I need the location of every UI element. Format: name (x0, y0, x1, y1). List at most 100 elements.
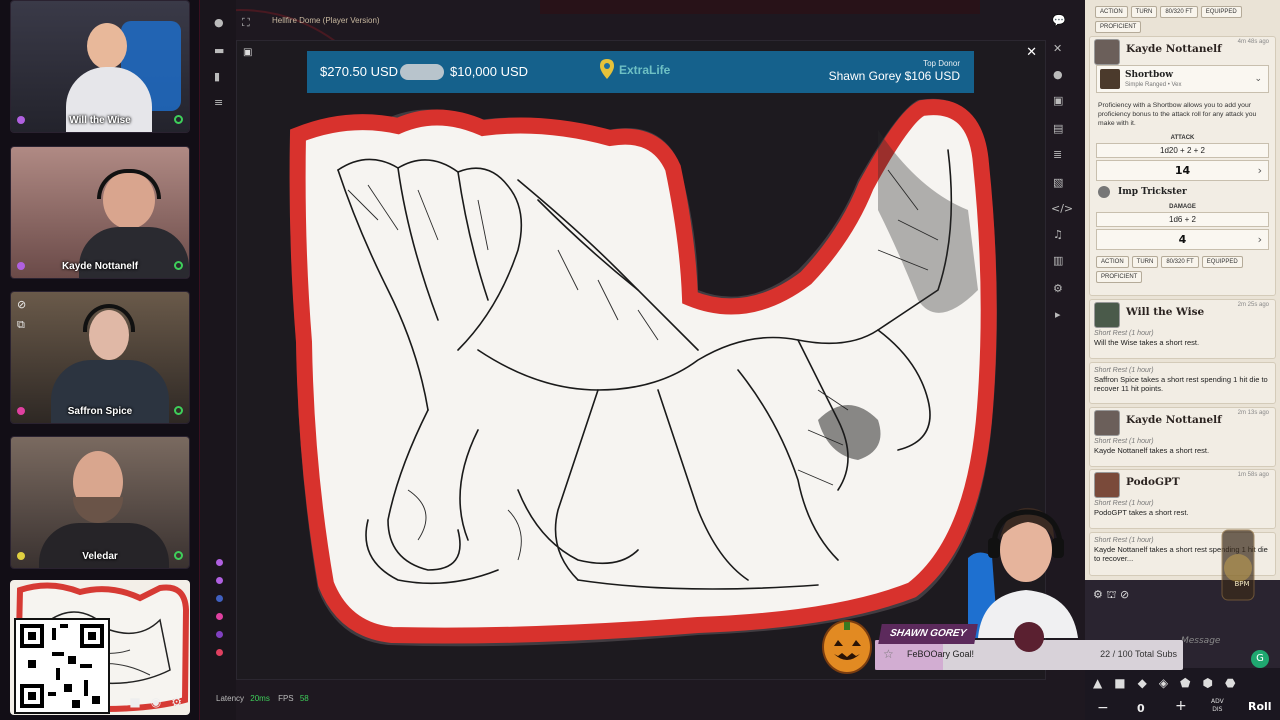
d100-icon[interactable]: ⬣ (1225, 676, 1235, 690)
minus-button[interactable]: − (1097, 700, 1109, 716)
speaker-name: Will the Wise (1126, 306, 1205, 318)
close-icon[interactable]: ✕ (1026, 45, 1037, 60)
weapon-card[interactable]: Shortbow Simple Ranged • Vex ⌄ (1096, 65, 1269, 93)
alert-name-badge: SHAWN GOREY (878, 624, 978, 644)
gear-icon[interactable]: ⚙ (1053, 282, 1063, 295)
rest-flavor: Short Rest (1 hour) (1094, 330, 1154, 337)
damage-label: DAMAGE (1169, 203, 1196, 210)
chevron-right-icon[interactable]: › (1258, 233, 1262, 246)
players-list (214, 555, 236, 665)
webcam-kayde: Kayde Nottanelf (10, 146, 190, 279)
d4-icon[interactable]: ▲ (1093, 676, 1102, 690)
layers-icon[interactable]: ▬ (214, 44, 224, 57)
user-icon[interactable]: ● (214, 16, 224, 29)
top-donor-label: Top Donor (923, 59, 960, 68)
chat-tags-top: ACTION TURN 80/320 FT EQUIPPED PROFICIEN… (1089, 2, 1276, 35)
chevron-down-icon[interactable]: ⌄ (1254, 74, 1262, 84)
speaker-name: Kayde Nottanelf (1126, 414, 1222, 426)
tag: ACTION (1095, 6, 1128, 18)
pumpkin-icon (822, 620, 872, 674)
table-icon[interactable]: ≣ (1053, 148, 1062, 161)
macro-icon[interactable]: </> (1051, 202, 1073, 215)
webcam-name: Saffron Spice (67, 406, 133, 417)
tag: 80/320 FT (1160, 6, 1198, 18)
avatar (1094, 410, 1120, 436)
tag: ACTION (1096, 255, 1129, 268)
expand-icon[interactable]: ▸ (1055, 308, 1061, 321)
message-input[interactable]: Message (1181, 636, 1220, 646)
shared-image-thumbnail[interactable]: ■ ◉ ⚙ (10, 580, 190, 715)
avatar (1094, 472, 1120, 498)
d20-icon[interactable]: ⬢ (1202, 676, 1212, 690)
adv-dis-toggle[interactable]: ADV DIS (1211, 698, 1224, 714)
avatar (1094, 302, 1120, 328)
cards-icon[interactable]: ▧ (1053, 176, 1063, 189)
d8-icon[interactable]: ◆ (1138, 676, 1147, 690)
dragon-emblem-icon (1014, 622, 1044, 652)
rest-text: Kayde Nottanelf takes a short rest. (1094, 446, 1210, 455)
dice-row: ▲ ■ ◆ ◈ ⬟ ⬢ ⬣ (1093, 676, 1235, 690)
message-time: 4m 48s ago (1237, 39, 1269, 45)
donation-tracker: $270.50 USD $10,000 USD ExtraLife Top Do… (307, 51, 974, 93)
settings-icon[interactable]: ⚙ (171, 695, 182, 709)
marker-icon[interactable]: ▮ (214, 70, 220, 83)
damage-result[interactable]: 4 › (1096, 228, 1269, 250)
top-donor: Shawn Gorey $106 USD (828, 69, 960, 83)
message-time: 2m 13s ago (1237, 410, 1269, 416)
shortbow-icon (1100, 69, 1120, 89)
screen: Will the Wise Kayde Nottanelf ⊘ ⧉ Saffro… (0, 0, 1280, 720)
damage-total: 4 (1178, 232, 1187, 246)
dice-toolbar: ▲ ■ ◆ ◈ ⬟ ⬢ ⬣ − 0 + ADV DIS Roll (1085, 668, 1280, 720)
tag: EQUIPPED (1201, 255, 1243, 268)
chat-message-attack: Kayde Nottanelf 4m 48s ago Shortbow Simp… (1089, 36, 1276, 296)
imp-icon (1098, 185, 1110, 198)
roll-button[interactable]: Roll (1248, 700, 1272, 713)
attack-total: 14 (1174, 163, 1191, 177)
star-icon: ☆ (883, 647, 894, 661)
webcam-name: Will the Wise (69, 115, 131, 126)
journal-icon[interactable]: ▤ (1053, 122, 1063, 135)
chat-log[interactable]: ACTION TURN 80/320 FT EQUIPPED PROFICIEN… (1085, 0, 1280, 720)
dice-count: 0 (1137, 702, 1145, 715)
rest-flavor: Short Rest (1 hour) (1094, 438, 1154, 445)
map-title: Hellfire Dome (Player Version) (272, 16, 380, 25)
toggle-icon[interactable]: ◉ (151, 695, 161, 709)
chat-message-rest: Will the Wise 2m 25s ago Short Rest (1 h… (1089, 299, 1276, 359)
camera-icon[interactable]: ■ (129, 695, 140, 709)
items-icon[interactable]: ▣ (1053, 94, 1063, 107)
rest-flavor: Short Rest (1 hour) (1094, 500, 1154, 507)
bpm-label: BPM (1234, 580, 1250, 588)
webcam-name: Kayde Nottanelf (61, 261, 139, 272)
d6-icon[interactable]: ■ (1114, 676, 1125, 690)
weapon-description: Proficiency with a Shortbow allows you t… (1098, 102, 1257, 128)
avatar (1094, 39, 1120, 65)
actor-icon[interactable]: ● (1053, 68, 1063, 81)
music-icon[interactable]: ♫ (1053, 228, 1063, 241)
sub-goal-title: FeBOOary Goal! (907, 649, 975, 659)
fullscreen-icon[interactable]: ⛶ (242, 16, 250, 30)
tag: EQUIPPED (1200, 6, 1242, 18)
dice-tray-icons[interactable]: ⚙ ⛫ ⊘ (1093, 588, 1129, 603)
webcam-saffron: ⊘ ⧉ Saffron Spice (10, 291, 190, 424)
fps-label: FPS (278, 694, 294, 703)
list-icon[interactable]: ≡ (214, 96, 223, 109)
webcam-will: Will the Wise (10, 0, 190, 133)
grammarly-icon[interactable]: G (1251, 650, 1269, 668)
feature-name: Imp Trickster (1118, 186, 1187, 197)
d10-icon[interactable]: ◈ (1159, 676, 1168, 690)
webcam-column: Will the Wise Kayde Nottanelf ⊘ ⧉ Saffro… (0, 0, 200, 720)
latency-value: 20ms (250, 694, 270, 703)
bpm-lantern (1208, 520, 1268, 610)
d12-icon[interactable]: ⬟ (1180, 676, 1190, 690)
plus-button[interactable]: + (1175, 698, 1187, 714)
chat-bubbles-icon[interactable]: 💬 (1052, 14, 1066, 27)
compendium-icon[interactable]: ▥ (1053, 254, 1063, 267)
feature-row: Imp Trickster (1094, 184, 1271, 202)
swords-icon[interactable]: ✕ (1053, 42, 1062, 55)
chevron-right-icon[interactable]: › (1258, 164, 1262, 177)
sub-goal-count: 22 / 100 Total Subs (1100, 649, 1177, 659)
tag: TURN (1130, 6, 1158, 18)
attack-result[interactable]: 14 › (1096, 159, 1269, 181)
dragon-illustration (289, 98, 998, 647)
image-icon: ▣ (243, 47, 253, 58)
